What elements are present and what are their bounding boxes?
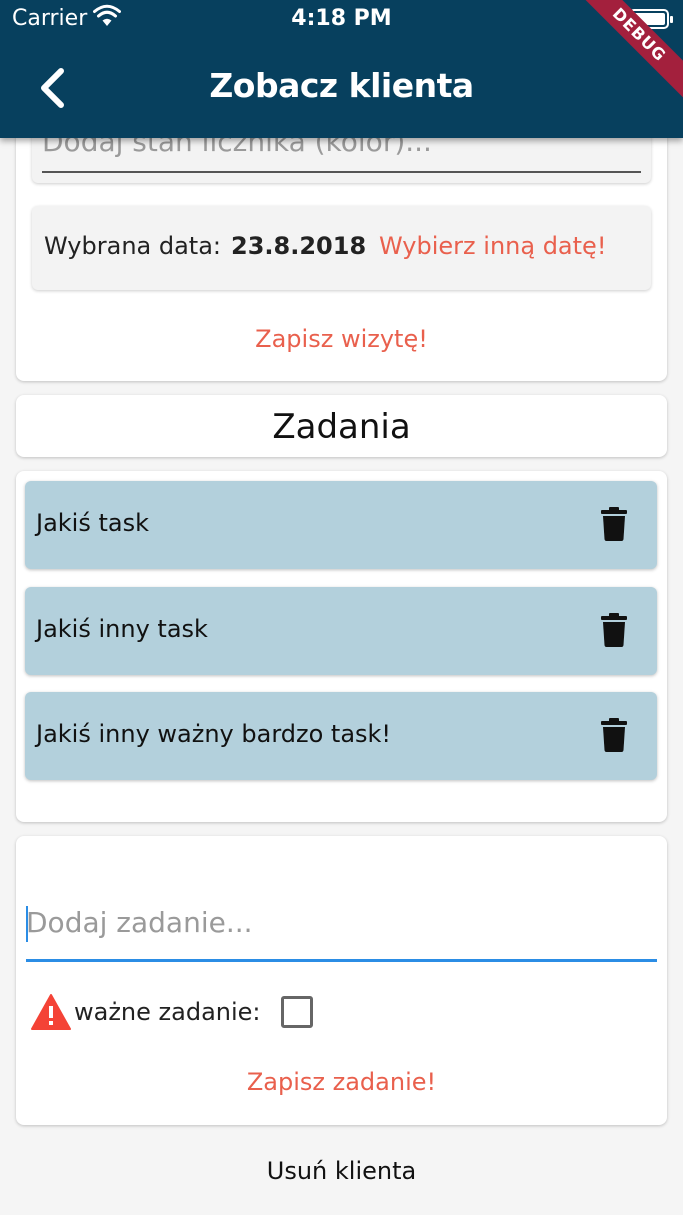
date-value: 23.8.2018 bbox=[231, 232, 367, 260]
add-task-input[interactable] bbox=[26, 900, 657, 939]
date-box: Wybrana data: 23.8.2018 Wybierz inną datę… bbox=[32, 206, 651, 290]
text-caret bbox=[26, 906, 28, 942]
date-row: Wybrana data: 23.8.2018 bbox=[44, 232, 366, 260]
task-label: Jakiś task bbox=[36, 509, 150, 537]
delete-client-button[interactable]: Usuń klienta bbox=[0, 1157, 683, 1185]
list-item[interactable]: Jakiś inny task bbox=[25, 587, 657, 675]
screen: Dodaj stan licznika (kolor)... Wybrana d… bbox=[0, 0, 683, 1215]
warning-icon bbox=[31, 994, 71, 1030]
add-task-input-wrap[interactable] bbox=[26, 900, 657, 962]
add-task-card: ważne zadanie: Zapisz zadanie! bbox=[16, 836, 667, 1125]
debug-banner-wrap: DEBUG bbox=[563, 0, 683, 120]
important-checkbox[interactable] bbox=[280, 996, 313, 1028]
debug-banner: DEBUG bbox=[573, 0, 683, 101]
change-date-button[interactable]: Wybierz inną datę! bbox=[379, 232, 606, 260]
task-label: Jakiś inny ważny bardzo task! bbox=[36, 720, 392, 748]
list-item[interactable]: Jakiś inny ważny bardzo task! bbox=[25, 692, 657, 780]
list-item[interactable]: Jakiś task bbox=[25, 481, 657, 569]
tasks-section-title: Zadania bbox=[272, 407, 411, 447]
important-row: ważne zadanie: bbox=[30, 992, 313, 1032]
counter-input-underline bbox=[42, 171, 641, 173]
trash-icon[interactable] bbox=[601, 613, 627, 647]
important-label: ważne zadanie: bbox=[74, 998, 261, 1026]
save-visit-button[interactable]: Zapisz wizytę! bbox=[16, 325, 667, 353]
task-label: Jakiś inny task bbox=[36, 615, 208, 643]
save-task-button[interactable]: Zapisz zadanie! bbox=[16, 1068, 667, 1096]
tasks-list-card: Jakiś task Jakiś inny task Jakiś inny wa… bbox=[16, 471, 667, 822]
date-label: Wybrana data: bbox=[44, 232, 222, 260]
trash-icon[interactable] bbox=[601, 507, 627, 541]
trash-icon[interactable] bbox=[601, 718, 627, 752]
tasks-header-card: Zadania bbox=[16, 395, 667, 457]
